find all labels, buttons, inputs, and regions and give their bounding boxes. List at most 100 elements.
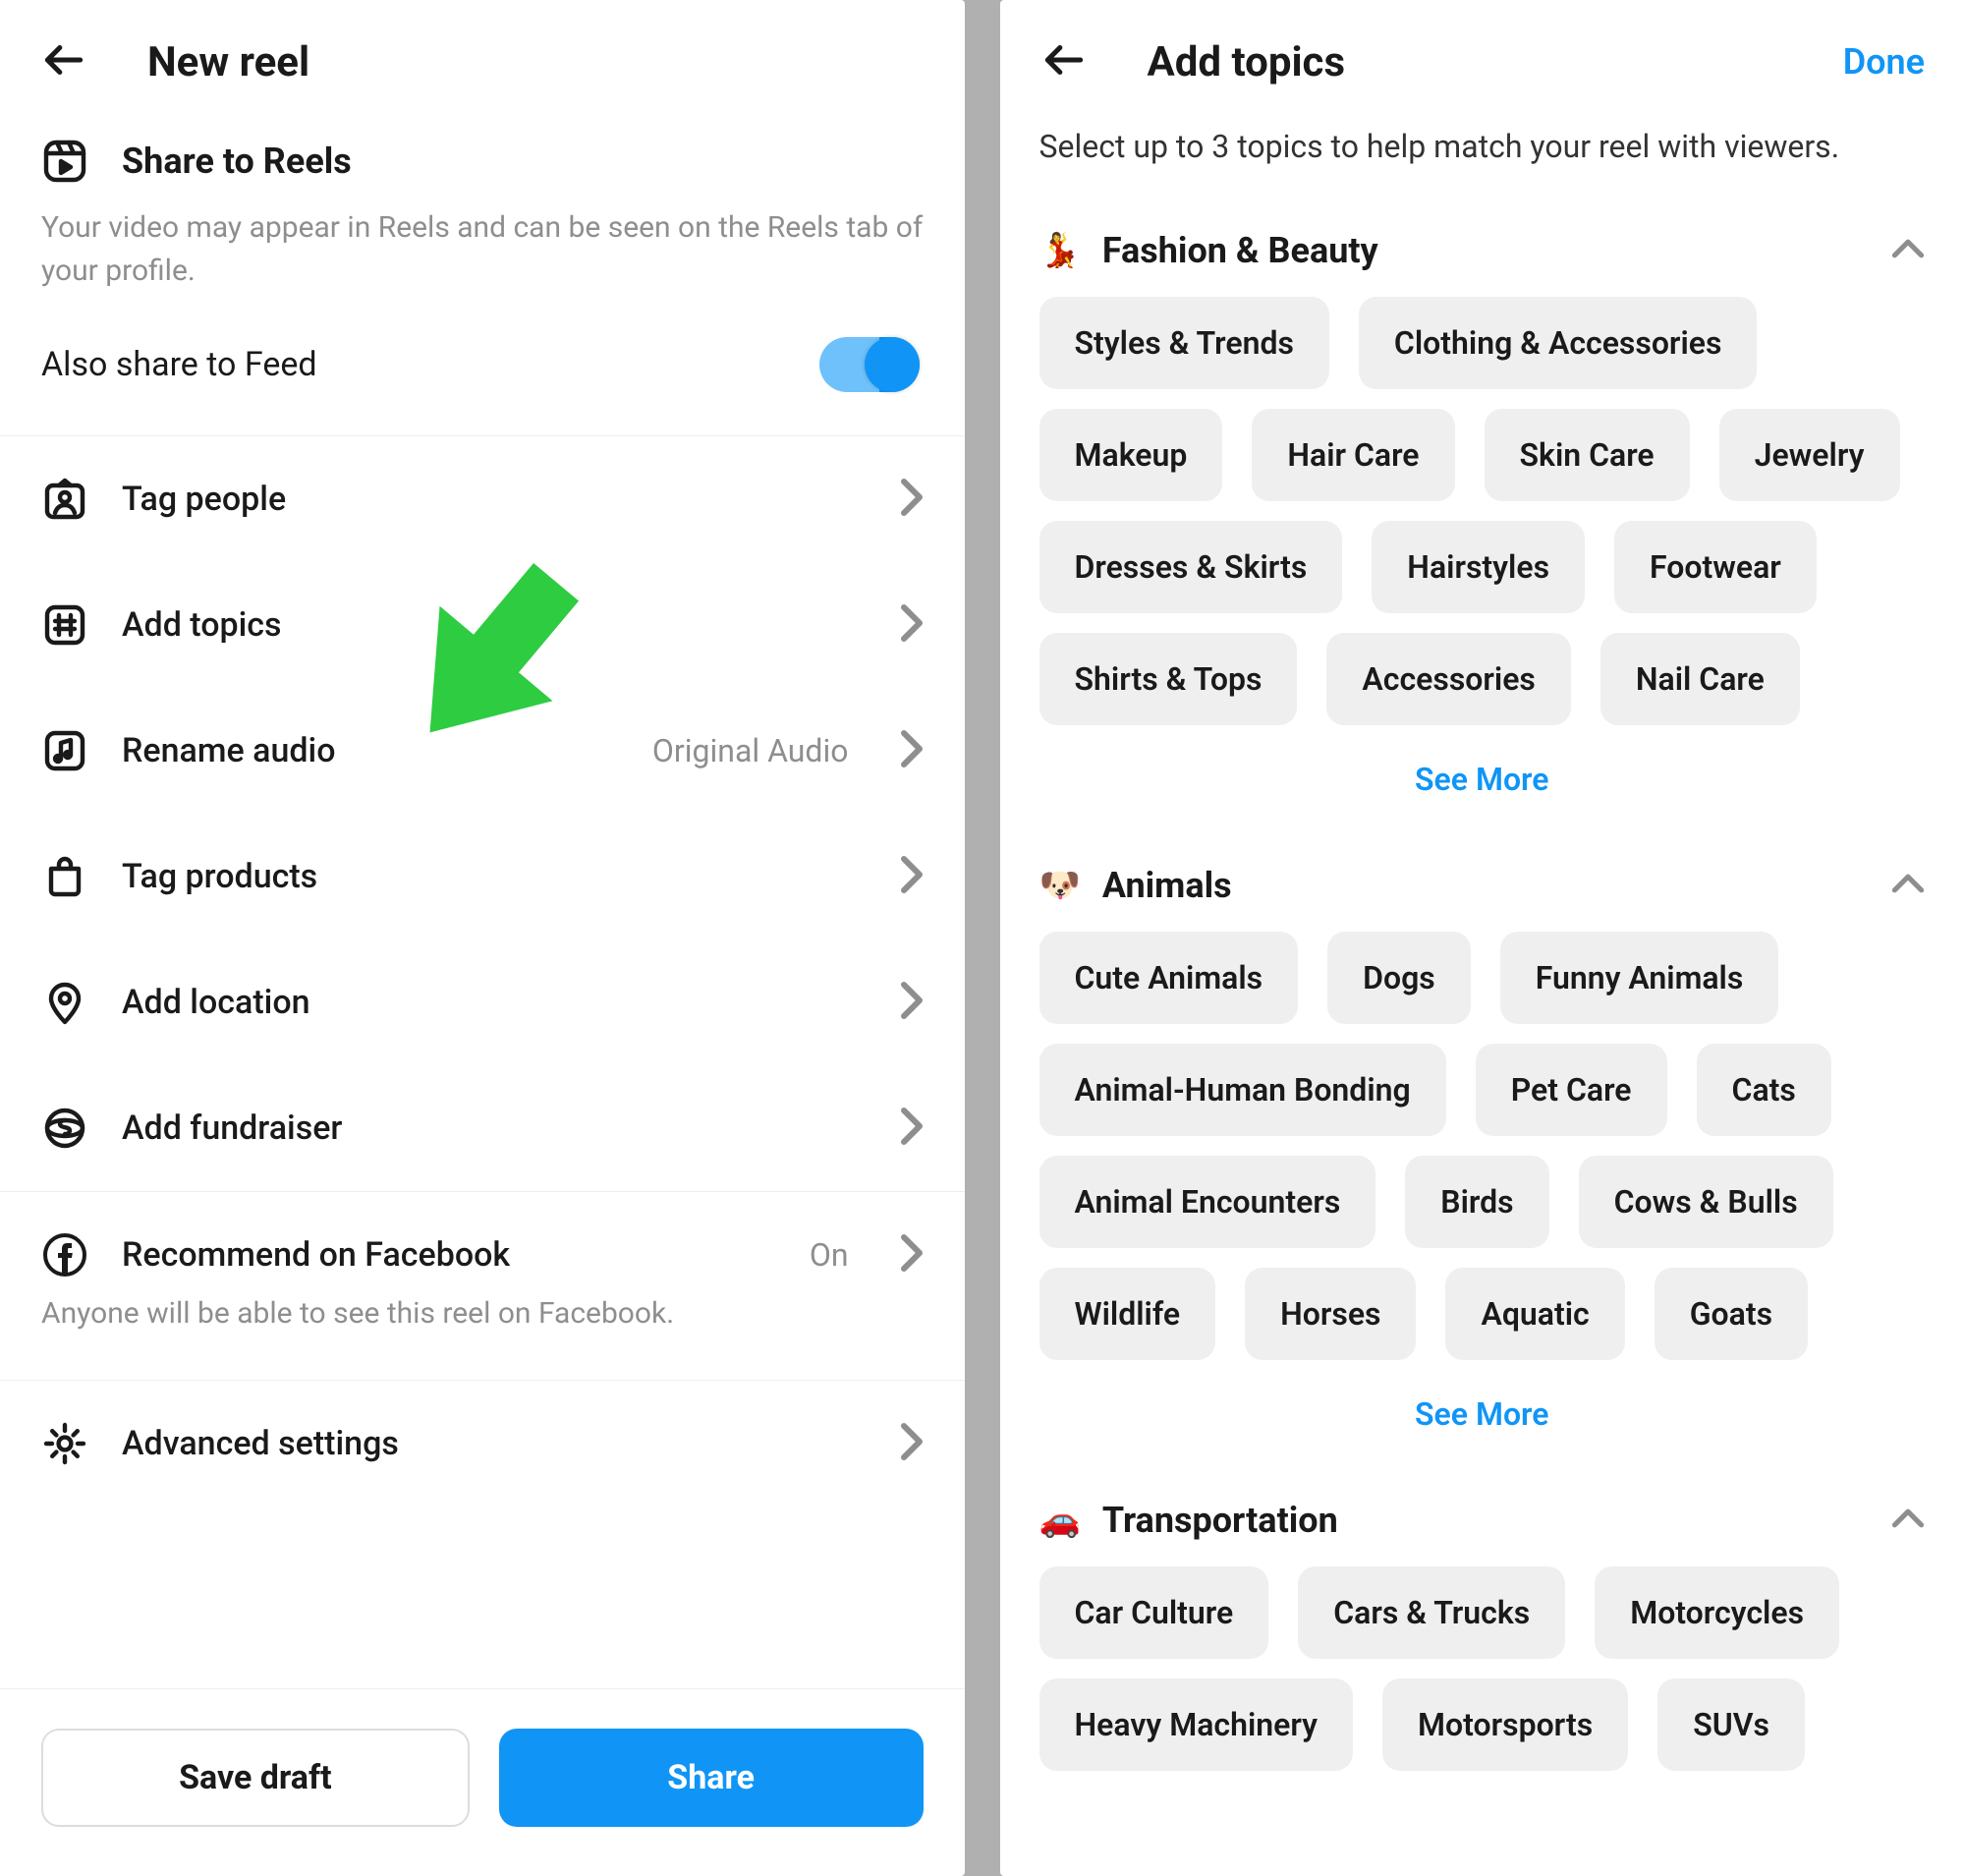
topic-chip[interactable]: Skin Care — [1485, 409, 1690, 501]
topic-chip[interactable]: Motorsports — [1382, 1678, 1628, 1771]
chevron-right-icon — [900, 855, 924, 898]
chevron-up-icon — [1891, 873, 1925, 898]
topic-chip[interactable]: Nail Care — [1600, 633, 1800, 725]
share-button[interactable]: Share — [499, 1729, 924, 1827]
chevron-up-icon — [1891, 1507, 1925, 1533]
topic-chip[interactable]: Animal Encounters — [1039, 1156, 1376, 1248]
topic-chip[interactable]: Dogs — [1327, 932, 1471, 1024]
topic-chip[interactable]: Animal-Human Bonding — [1039, 1044, 1446, 1136]
also-share-feed-label: Also share to Feed — [41, 345, 317, 384]
chevron-right-icon — [900, 1422, 924, 1465]
topic-chip[interactable]: Wildlife — [1039, 1268, 1216, 1360]
add-location-label: Add location — [122, 983, 310, 1022]
chevron-right-icon — [900, 981, 924, 1024]
topic-chip[interactable]: Horses — [1245, 1268, 1416, 1360]
tag-products-label: Tag products — [122, 857, 317, 896]
topic-chips: Car Culture Cars & Trucks Motorcycles Heavy… — [1039, 1566, 1926, 1771]
category-emoji-icon: 🐶 — [1039, 866, 1081, 905]
topics-instructions: Select up to 3 topics to help match your… — [1000, 108, 1964, 204]
topic-chip[interactable]: Cats — [1697, 1044, 1831, 1136]
back-arrow-icon[interactable] — [1039, 35, 1089, 88]
also-share-feed-row: Also share to Feed — [41, 337, 924, 435]
rename-audio-icon — [41, 727, 88, 774]
topic-chip[interactable]: Shirts & Tops — [1039, 633, 1298, 725]
topic-chip[interactable]: Aquatic — [1445, 1268, 1624, 1360]
footer-actions: Save draft Share — [0, 1688, 965, 1876]
category-emoji-icon: 🚗 — [1039, 1501, 1081, 1540]
topic-chip[interactable]: SUVs — [1657, 1678, 1805, 1771]
recommend-facebook-value: On — [810, 1236, 849, 1274]
topic-chip[interactable]: Car Culture — [1039, 1566, 1269, 1659]
done-button[interactable]: Done — [1843, 41, 1925, 83]
page-title: Add topics — [1148, 38, 1346, 86]
categories-list: 💃Fashion & BeautyStyles & Trends Clothing… — [1000, 204, 1964, 1794]
header-new-reel: New reel — [0, 0, 965, 108]
topic-chip[interactable]: Styles & Trends — [1039, 297, 1329, 389]
gear-icon — [41, 1420, 88, 1467]
location-icon — [41, 979, 88, 1026]
category-header[interactable]: 🐶 Animals — [1039, 839, 1926, 932]
chevron-right-icon — [900, 729, 924, 772]
category-header[interactable]: 🚗 Transportation — [1039, 1474, 1926, 1566]
advanced-settings-label: Advanced settings — [122, 1424, 399, 1463]
topic-chip[interactable]: Accessories — [1326, 633, 1570, 725]
chevron-up-icon — [1891, 238, 1925, 263]
add-topics-label: Add topics — [122, 605, 282, 645]
add-location-row[interactable]: Add location — [0, 939, 965, 1065]
tag-products-icon — [41, 853, 88, 900]
chevron-right-icon — [900, 603, 924, 647]
also-share-feed-toggle[interactable] — [819, 337, 920, 392]
header-add-topics: Add topics Done — [1000, 0, 1964, 108]
new-reel-screen: New reel Share to Reels Your video may a… — [0, 0, 965, 1876]
topic-chip[interactable]: Heavy Machinery — [1039, 1678, 1354, 1771]
facebook-icon — [41, 1231, 88, 1279]
topic-chip[interactable]: Funny Animals — [1500, 932, 1779, 1024]
topic-chip[interactable]: Hairstyles — [1372, 521, 1585, 613]
add-fundraiser-label: Add fundraiser — [122, 1109, 342, 1148]
tag-people-icon — [41, 476, 88, 523]
topic-chips: Styles & Trends Clothing & Accessories Mak… — [1039, 297, 1926, 725]
topic-chip[interactable]: Cars & Trucks — [1298, 1566, 1565, 1659]
topic-chips: Cute Animals Dogs Funny Animals Animal-Huma… — [1039, 932, 1926, 1360]
topic-chip[interactable]: Jewelry — [1719, 409, 1900, 501]
topic-chip[interactable]: Motorcycles — [1595, 1566, 1839, 1659]
share-to-reels-subtext: Your video may appear in Reels and can b… — [41, 206, 924, 292]
advanced-settings-row[interactable]: Advanced settings — [0, 1381, 965, 1506]
category-header[interactable]: 💃Fashion & Beauty — [1039, 204, 1926, 297]
see-more-link[interactable]: See More — [1039, 725, 1926, 816]
add-topics-icon — [41, 601, 88, 649]
category-section: 💃Fashion & BeautyStyles & Trends Clothing… — [1000, 204, 1964, 839]
back-arrow-icon[interactable] — [39, 35, 88, 88]
recommend-facebook-label: Recommend on Facebook — [122, 1235, 510, 1275]
topic-chip[interactable]: Dresses & Skirts — [1039, 521, 1343, 613]
topic-chip[interactable]: Cute Animals — [1039, 932, 1299, 1024]
save-draft-button[interactable]: Save draft — [41, 1729, 470, 1827]
reel-options-list: Tag people Add topics Rename audio Origi… — [0, 435, 965, 1506]
rename-audio-label: Rename audio — [122, 731, 336, 770]
rename-audio-value: Original Audio — [652, 732, 849, 769]
add-topics-row[interactable]: Add topics — [0, 562, 965, 688]
category-name: Fashion & Beauty — [1102, 230, 1378, 271]
add-fundraiser-row[interactable]: Add fundraiser — [0, 1065, 965, 1191]
topic-chip[interactable]: Cows & Bulls — [1579, 1156, 1833, 1248]
topic-chip[interactable]: Birds — [1405, 1156, 1548, 1248]
see-more-link[interactable]: See More — [1039, 1360, 1926, 1450]
topic-chip[interactable]: Footwear — [1614, 521, 1817, 613]
topic-chip[interactable]: Makeup — [1039, 409, 1223, 501]
share-to-reels-section: Share to Reels Your video may appear in … — [0, 108, 965, 435]
rename-audio-row[interactable]: Rename audio Original Audio — [0, 688, 965, 814]
category-section: 🚗 Transportation Car Culture Cars & Trucks M… — [1000, 1474, 1964, 1794]
category-name: Animals — [1102, 865, 1232, 906]
topic-chip[interactable]: Pet Care — [1476, 1044, 1667, 1136]
tag-products-row[interactable]: Tag products — [0, 814, 965, 939]
chevron-right-icon — [900, 1107, 924, 1150]
category-section: 🐶 Animals Cute Animals Dogs Funny Animals Ani… — [1000, 839, 1964, 1474]
tag-people-label: Tag people — [122, 480, 286, 519]
category-name: Transportation — [1102, 1500, 1338, 1541]
chevron-right-icon — [900, 478, 924, 521]
recommend-facebook-row[interactable]: Recommend on Facebook On — [0, 1192, 965, 1318]
tag-people-row[interactable]: Tag people — [0, 436, 965, 562]
topic-chip[interactable]: Clothing & Accessories — [1359, 297, 1758, 389]
topic-chip[interactable]: Hair Care — [1252, 409, 1454, 501]
topic-chip[interactable]: Goats — [1655, 1268, 1808, 1360]
